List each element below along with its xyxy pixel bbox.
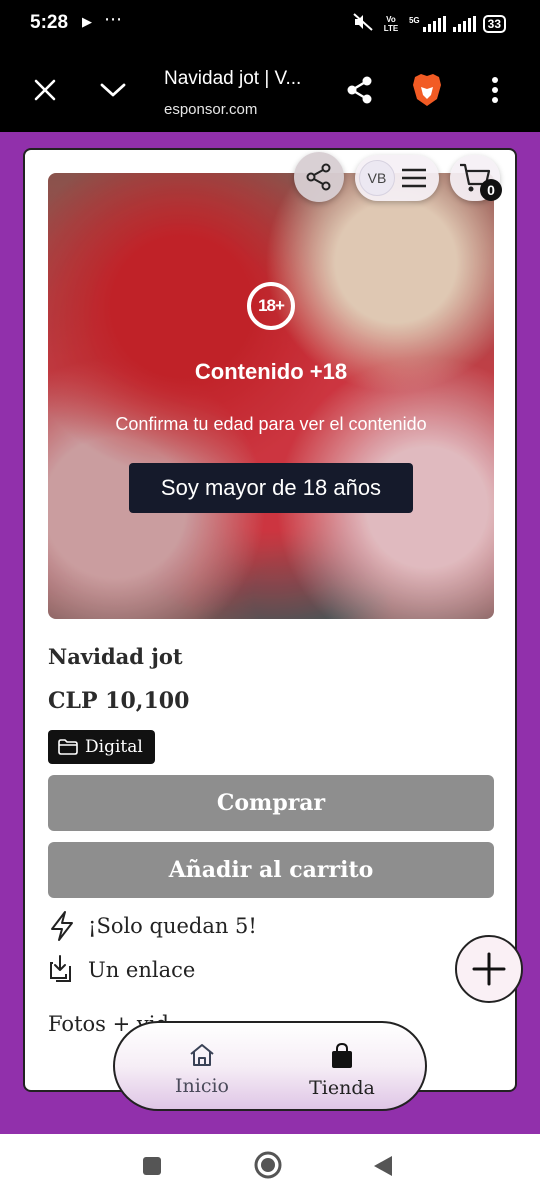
product-type-tag: Digital	[48, 730, 155, 764]
nav-home-label: Inicio	[175, 1075, 229, 1097]
home-button[interactable]	[254, 1151, 282, 1183]
signal-1-icon: 5G	[409, 15, 446, 32]
plus-icon	[472, 952, 506, 986]
share-product-button[interactable]	[294, 152, 344, 202]
close-tab-icon[interactable]	[25, 70, 65, 110]
battery-icon: 33	[482, 14, 506, 33]
stock-note: ¡Solo quedan 5!	[48, 910, 257, 942]
home-icon	[190, 1044, 214, 1066]
circle-icon	[254, 1151, 282, 1179]
buy-button[interactable]: Comprar	[48, 775, 494, 831]
cart-count-badge: 0	[480, 179, 502, 201]
lightning-icon	[51, 911, 73, 941]
square-icon	[143, 1157, 161, 1175]
volte-indicator: Vo LTE	[383, 14, 399, 33]
product-card: 18+ Contenido +18 Confirma tu edad para …	[23, 148, 517, 1092]
media-playing-icon: ▶	[82, 15, 92, 30]
product-type-label: Digital	[85, 737, 143, 757]
product-name: Navidad jot	[48, 644, 183, 669]
nav-shop-label: Tienda	[309, 1077, 375, 1099]
brave-lion-icon[interactable]	[407, 70, 447, 110]
user-menu-button[interactable]: VB	[355, 155, 439, 201]
status-icons: Vo LTE 5G 33	[353, 13, 506, 34]
share-icon[interactable]	[340, 70, 380, 110]
status-bar: 5:28 ▶ ⋯ Vo LTE 5G 33	[0, 0, 540, 48]
download-icon	[50, 955, 71, 982]
bottom-navigation: Inicio Tienda	[113, 1021, 427, 1111]
delivery-note: Un enlace	[48, 954, 195, 986]
page-title[interactable]: Navidad jot | V...	[164, 68, 301, 90]
hamburger-menu-icon	[402, 168, 426, 188]
confirm-age-button[interactable]: Soy mayor de 18 años	[129, 463, 413, 513]
nav-home[interactable]: Inicio	[142, 1043, 262, 1097]
delivery-note-text: Un enlace	[88, 958, 196, 982]
web-page: 18+ Contenido +18 Confirma tu edad para …	[0, 132, 540, 1134]
page-url[interactable]: esponsor.com	[164, 101, 257, 118]
cart-button[interactable]: 0	[450, 155, 502, 201]
status-time: 5:28	[30, 12, 69, 33]
folder-icon	[58, 739, 78, 755]
shopping-bag-icon	[332, 1043, 352, 1068]
recent-apps-button[interactable]	[142, 1156, 162, 1180]
signal-2-icon	[452, 15, 476, 32]
nav-shop[interactable]: Tienda	[282, 1043, 402, 1099]
system-navigation-bar	[0, 1134, 540, 1200]
back-triangle-icon	[374, 1156, 392, 1176]
chevron-down-icon[interactable]	[93, 70, 133, 110]
add-to-cart-button[interactable]: Añadir al carrito	[48, 842, 494, 898]
product-price: CLP 10,100	[48, 688, 190, 714]
adult-badge-icon: 18+	[247, 282, 295, 330]
blurred-product-image: 18+ Contenido +18 Confirma tu edad para …	[48, 173, 494, 619]
share-icon	[306, 163, 331, 191]
back-button[interactable]	[372, 1154, 394, 1182]
add-floating-button[interactable]	[455, 935, 523, 1003]
more-notifications-icon: ⋯	[104, 9, 123, 30]
mute-vibrate-icon	[353, 13, 373, 34]
adult-content-title: Contenido +18	[194, 359, 348, 384]
overflow-menu-icon[interactable]	[475, 70, 515, 110]
stock-note-text: ¡Solo quedan 5!	[88, 914, 257, 938]
browser-toolbar: Navidad jot | V... esponsor.com	[0, 48, 540, 132]
adult-content-subtitle: Confirma tu edad para ver el contenido	[115, 414, 427, 434]
avatar: VB	[359, 160, 395, 196]
